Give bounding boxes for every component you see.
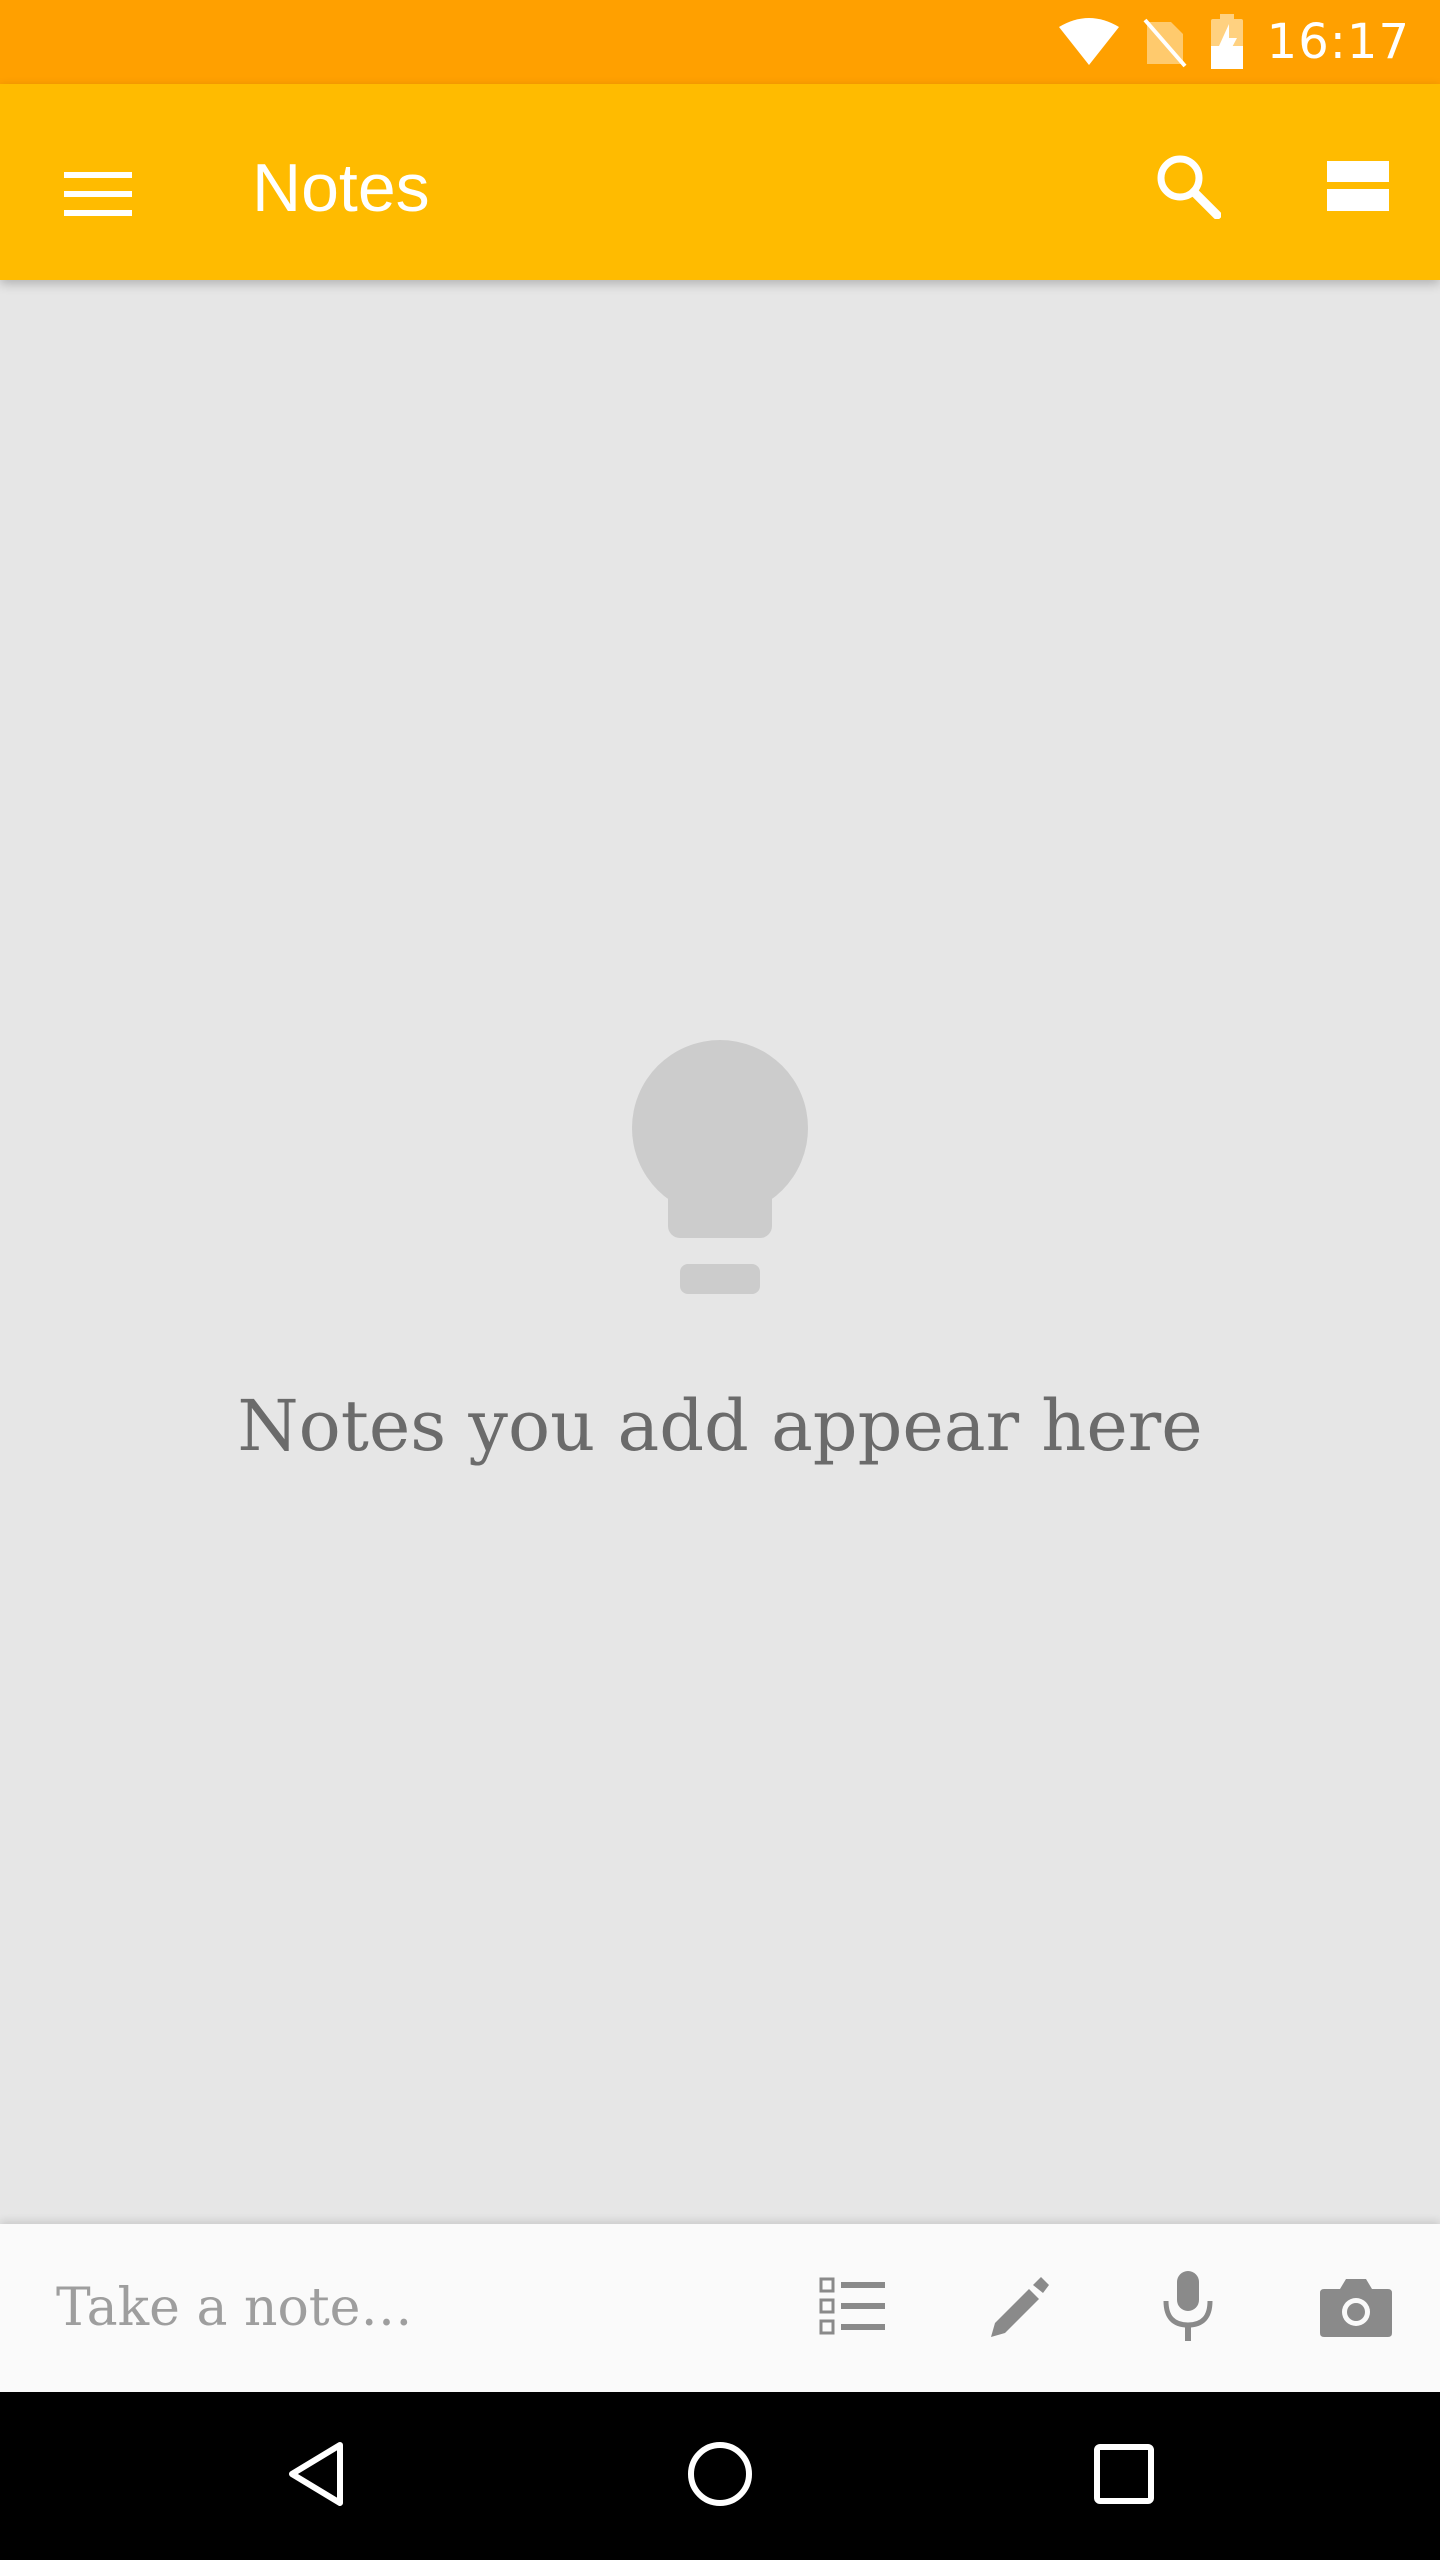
menu-icon bbox=[64, 170, 132, 223]
new-list-button[interactable] bbox=[798, 2254, 906, 2362]
notes-area: Notes you add appear here bbox=[0, 280, 1440, 2224]
new-drawing-button[interactable] bbox=[966, 2254, 1074, 2362]
checklist-icon bbox=[819, 2277, 885, 2340]
take-note-input[interactable]: Take a note… bbox=[56, 2224, 412, 2392]
photo-note-button[interactable] bbox=[1302, 2254, 1410, 2362]
system-nav-bar bbox=[0, 2392, 1440, 2560]
status-time: 16:17 bbox=[1266, 14, 1410, 70]
empty-message: Notes you add appear here bbox=[237, 1385, 1203, 1467]
recents-button[interactable] bbox=[1064, 2416, 1184, 2536]
recents-icon bbox=[1094, 2443, 1154, 2509]
search-button[interactable] bbox=[1134, 134, 1242, 242]
quick-note-bar: Take a note… bbox=[0, 2224, 1440, 2392]
wifi-icon bbox=[1057, 17, 1121, 67]
home-button[interactable] bbox=[660, 2416, 780, 2536]
app-bar: Notes bbox=[0, 84, 1440, 280]
empty-state: Notes you add appear here bbox=[0, 1040, 1440, 1467]
no-sim-icon bbox=[1143, 16, 1187, 68]
view-toggle-icon bbox=[1327, 160, 1389, 216]
microphone-icon bbox=[1160, 2270, 1216, 2346]
page-title: Notes bbox=[252, 150, 430, 226]
status-bar: 16:17 bbox=[0, 0, 1440, 84]
pen-icon bbox=[987, 2273, 1053, 2344]
camera-icon bbox=[1320, 2275, 1392, 2342]
home-icon bbox=[687, 2441, 753, 2512]
back-button[interactable] bbox=[256, 2416, 376, 2536]
menu-button[interactable] bbox=[44, 142, 152, 250]
search-icon bbox=[1155, 153, 1222, 224]
back-icon bbox=[286, 2441, 346, 2512]
voice-note-button[interactable] bbox=[1134, 2254, 1242, 2362]
lightbulb-icon bbox=[630, 1040, 810, 1301]
view-toggle-button[interactable] bbox=[1304, 134, 1412, 242]
battery-charging-icon bbox=[1209, 14, 1245, 70]
